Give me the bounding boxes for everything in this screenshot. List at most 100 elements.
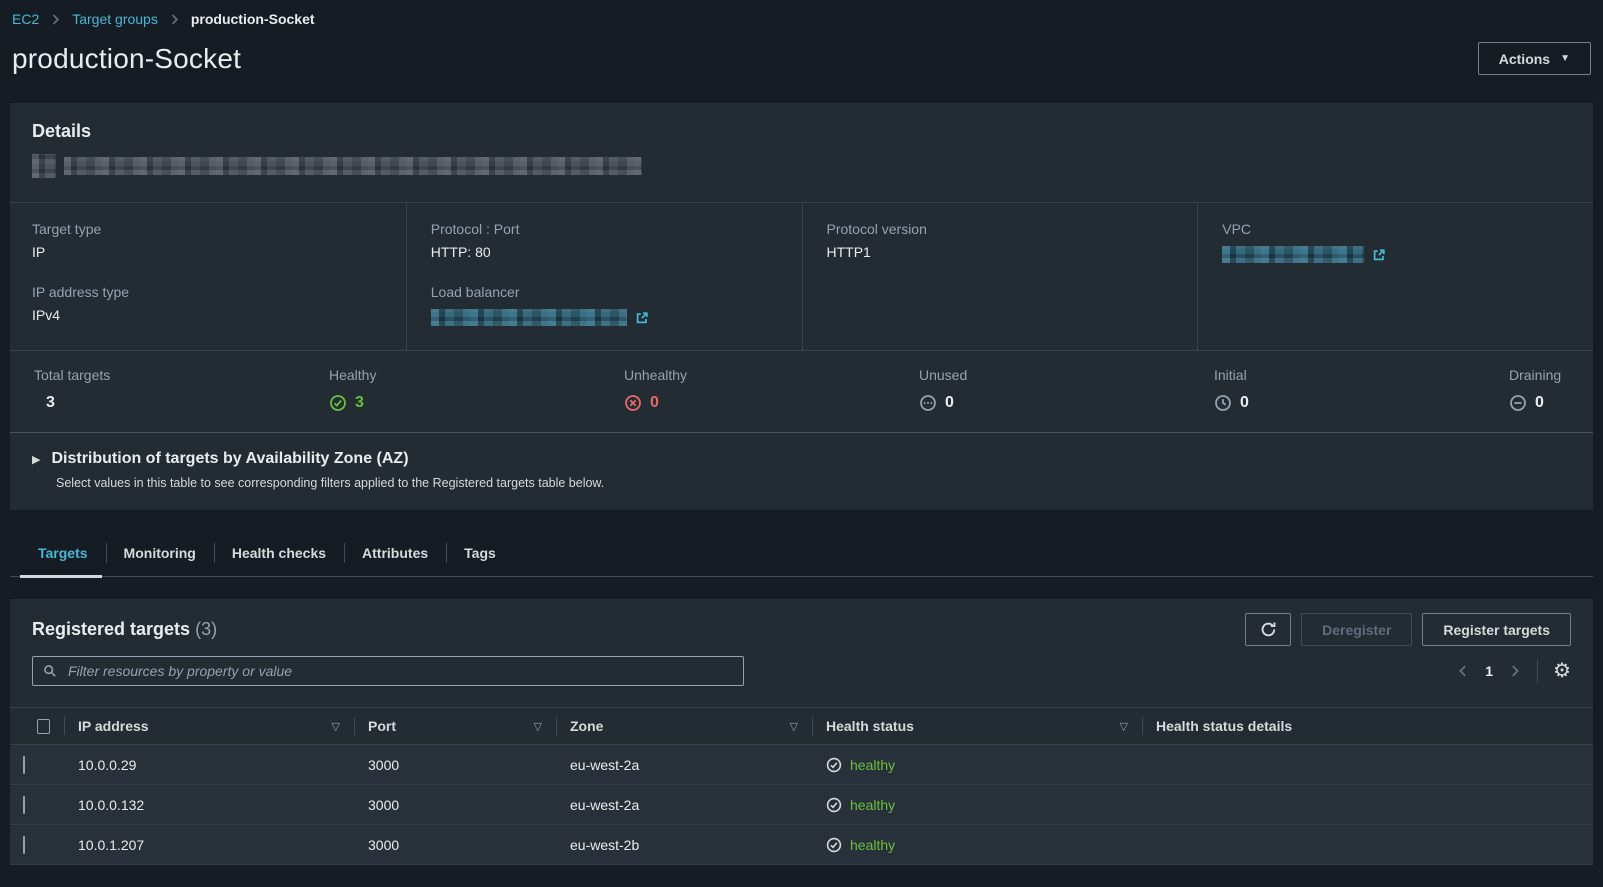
- caret-down-icon: ▼: [1560, 54, 1570, 64]
- field-label: Target type: [32, 221, 382, 237]
- stat-label: Unhealthy: [624, 367, 720, 383]
- next-page-icon[interactable]: [1508, 664, 1522, 678]
- search-icon: [43, 664, 57, 678]
- tab-attributes[interactable]: Attributes: [344, 530, 446, 576]
- chevron-right-icon: [168, 13, 181, 26]
- table-header-row: IP address ▽ Port ▽ Zone ▽ Health status…: [10, 707, 1593, 745]
- column-header-ip-address[interactable]: IP address ▽: [64, 708, 354, 744]
- stat-value: 0: [1240, 394, 1249, 412]
- tab-targets[interactable]: Targets: [20, 530, 106, 576]
- zone-cell: eu-west-2a: [556, 757, 812, 773]
- chevron-right-icon: [49, 13, 62, 26]
- column-header-port[interactable]: Port ▽: [354, 708, 556, 744]
- ip-cell: 10.0.0.29: [64, 757, 354, 773]
- field-value: HTTP: 80: [431, 244, 778, 260]
- filter-triangle-icon[interactable]: ▽: [332, 720, 340, 733]
- breadcrumb-ec2-link[interactable]: EC2: [12, 11, 39, 27]
- deregister-button[interactable]: Deregister: [1301, 613, 1412, 646]
- column-label: Port: [368, 718, 396, 734]
- column-label: Health status details: [1156, 718, 1292, 734]
- target-health-summary: Total targets 3 Healthy 3 Unhealthy: [10, 350, 1593, 432]
- health-status-cell: healthy: [812, 797, 1142, 813]
- stat-value: 0: [650, 394, 659, 412]
- breadcrumb-target-groups-link[interactable]: Target groups: [72, 11, 158, 27]
- stat-total-targets: Total targets 3: [34, 367, 130, 412]
- triangle-right-icon: ▶: [32, 453, 40, 466]
- registered-targets-title: Registered targets (3): [32, 619, 217, 640]
- stat-unused: Unused 0: [919, 367, 1015, 412]
- field-label: IP address type: [32, 284, 382, 300]
- filter-triangle-icon[interactable]: ▽: [534, 720, 542, 733]
- breadcrumb-current: production-Socket: [191, 11, 315, 27]
- refresh-icon: [1260, 621, 1277, 638]
- table-row: 10.0.0.132 3000 eu-west-2a healthy: [10, 785, 1593, 825]
- filter-triangle-icon[interactable]: ▽: [790, 720, 798, 733]
- column-header-health-status[interactable]: Health status ▽: [812, 708, 1142, 744]
- redacted-vpc-id: [1222, 246, 1364, 263]
- table-row: 10.0.1.207 3000 eu-west-2b healthy: [10, 825, 1593, 865]
- field-value: IP: [32, 244, 382, 260]
- az-distribution-expander[interactable]: ▶ Distribution of targets by Availabilit…: [10, 432, 1593, 510]
- select-all-checkbox[interactable]: [37, 719, 50, 734]
- tab-tags[interactable]: Tags: [446, 530, 514, 576]
- tab-bar: Targets Monitoring Health checks Attribu…: [10, 530, 1593, 577]
- stat-initial: Initial 0: [1214, 367, 1310, 412]
- refresh-button[interactable]: [1245, 613, 1291, 646]
- vpc-link[interactable]: [1222, 246, 1569, 263]
- tab-health-checks[interactable]: Health checks: [214, 530, 344, 576]
- page: EC2 Target groups production-Socket prod…: [0, 0, 1603, 865]
- ip-cell: 10.0.0.132: [64, 797, 354, 813]
- previous-page-icon[interactable]: [1456, 664, 1470, 678]
- field-protocol-port: Protocol : Port HTTP: 80: [431, 221, 778, 260]
- stat-label: Healthy: [329, 367, 425, 383]
- redacted-load-balancer-name: [431, 309, 627, 326]
- page-title: production-Socket: [12, 43, 241, 75]
- field-target-type: Target type IP: [32, 221, 382, 260]
- register-targets-button[interactable]: Register targets: [1422, 613, 1571, 646]
- actions-button[interactable]: Actions ▼: [1478, 42, 1591, 75]
- load-balancer-link[interactable]: [431, 309, 778, 326]
- stat-label: Initial: [1214, 367, 1310, 383]
- target-group-arn-redacted: [32, 154, 1571, 178]
- settings-gear-icon[interactable]: ⚙: [1553, 661, 1571, 681]
- stat-healthy: Healthy 3: [329, 367, 425, 412]
- registered-targets-table: IP address ▽ Port ▽ Zone ▽ Health status…: [10, 707, 1593, 865]
- health-status-text: healthy: [850, 837, 895, 853]
- pagination: 1 ⚙: [1456, 659, 1571, 683]
- details-title: Details: [32, 121, 1571, 142]
- x-circle-icon: [624, 394, 642, 412]
- divider: [1537, 659, 1538, 683]
- health-status-cell: healthy: [812, 757, 1142, 773]
- az-distribution-subtitle: Select values in this table to see corre…: [56, 476, 1571, 490]
- stat-label: Draining: [1509, 367, 1569, 383]
- stat-value: 0: [945, 394, 954, 412]
- field-label: Protocol version: [827, 221, 1174, 237]
- field-ip-address-type: IP address type IPv4: [32, 284, 382, 323]
- redacted-arn-text: [64, 157, 642, 175]
- column-label: IP address: [78, 718, 149, 734]
- page-number[interactable]: 1: [1485, 663, 1493, 679]
- registered-targets-title-text: Registered targets: [32, 619, 190, 639]
- zone-cell: eu-west-2b: [556, 837, 812, 853]
- stat-value: 3: [46, 394, 55, 412]
- column-header-zone[interactable]: Zone ▽: [556, 708, 812, 744]
- filter-triangle-icon[interactable]: ▽: [1120, 720, 1128, 733]
- column-label: Zone: [570, 718, 603, 734]
- zone-cell: eu-west-2a: [556, 797, 812, 813]
- stat-draining: Draining 0: [1509, 367, 1569, 412]
- check-circle-icon: [826, 757, 842, 773]
- stat-label: Total targets: [34, 367, 130, 383]
- row-checkbox[interactable]: [23, 836, 25, 854]
- column-header-health-status-details: Health status details: [1142, 708, 1593, 744]
- tab-monitoring[interactable]: Monitoring: [106, 530, 214, 576]
- actions-button-label: Actions: [1499, 51, 1550, 67]
- external-link-icon: [1372, 248, 1386, 262]
- minus-circle-icon: [1509, 394, 1527, 412]
- ellipsis-circle-icon: [919, 394, 937, 412]
- field-label: Protocol : Port: [431, 221, 778, 237]
- row-checkbox[interactable]: [23, 756, 25, 774]
- filter-input[interactable]: [66, 662, 733, 680]
- row-checkbox[interactable]: [23, 796, 25, 814]
- field-protocol-version: Protocol version HTTP1: [827, 221, 1174, 260]
- external-link-icon: [635, 311, 649, 325]
